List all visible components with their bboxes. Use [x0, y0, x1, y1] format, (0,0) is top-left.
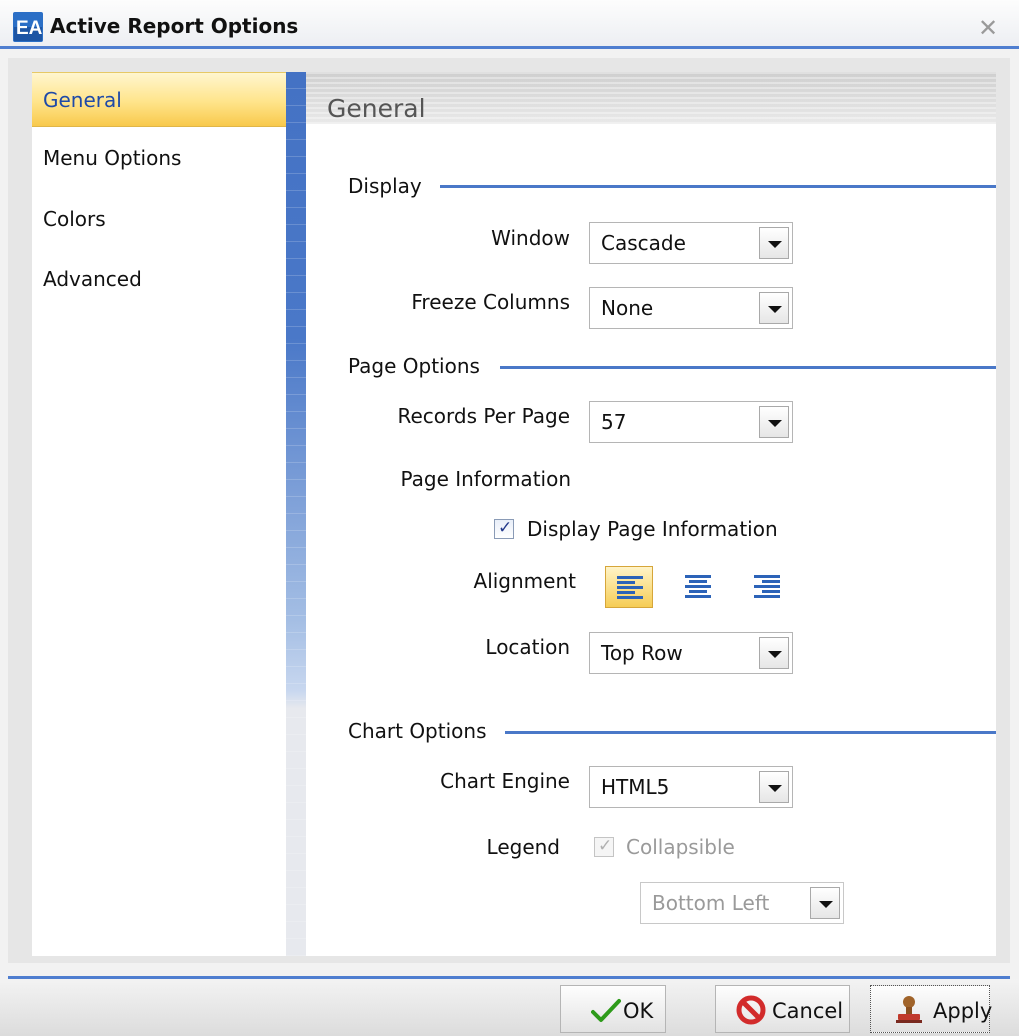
nav-item-general[interactable]: General [32, 72, 286, 127]
collapsible-checkbox[interactable]: ✓ [594, 836, 614, 857]
cancel-button[interactable]: Cancel [715, 985, 850, 1033]
display-page-info-label[interactable]: Display Page Information [527, 517, 778, 541]
page-information-label: Page Information [400, 467, 571, 491]
align-right-button[interactable] [743, 566, 791, 608]
apply-stamp-icon [896, 996, 922, 1023]
align-left-button[interactable] [605, 566, 653, 608]
freeze-columns-value: None [601, 296, 654, 320]
collapsible-label: Collapsible [626, 835, 735, 859]
section-display-heading: Display [348, 174, 422, 198]
align-center-icon [685, 575, 711, 598]
app-logo-icon: EA [13, 12, 43, 42]
dropdown-arrow-icon[interactable] [759, 227, 789, 259]
apply-button[interactable]: Apply [870, 985, 993, 1033]
chart-engine-value: HTML5 [601, 775, 670, 799]
nav-item-label: Colors [43, 207, 106, 231]
legend-label: Legend [486, 835, 560, 859]
section-display-rule [440, 185, 996, 188]
display-page-info-checkbox[interactable]: ✓ [494, 518, 514, 539]
chart-engine-select[interactable]: HTML5 [589, 766, 793, 808]
nav-scrollbar-texture [286, 72, 306, 956]
alignment-label: Alignment [473, 569, 576, 593]
window-select-value: Cascade [601, 231, 686, 255]
close-icon[interactable]: ✕ [975, 15, 1001, 41]
ok-button[interactable]: OK [560, 985, 666, 1033]
align-right-icon [754, 575, 780, 598]
freeze-columns-select[interactable]: None [589, 287, 793, 329]
app-logo-text: EA [16, 18, 43, 39]
ok-button-label: OK [623, 999, 654, 1023]
nav-item-label: General [43, 88, 122, 112]
nav-item-label: Advanced [43, 267, 142, 291]
legend-position-value: Bottom Left [652, 891, 770, 915]
freeze-columns-label: Freeze Columns [411, 290, 570, 314]
align-center-button[interactable] [674, 566, 722, 608]
legend-position-select[interactable]: Bottom Left [640, 882, 844, 924]
section-chart-options-heading: Chart Options [348, 719, 487, 743]
location-select[interactable]: Top Row [589, 632, 793, 674]
apply-button-label: Apply [933, 999, 993, 1023]
ok-check-icon [591, 999, 621, 1022]
align-left-icon [617, 576, 643, 599]
window-select[interactable]: Cascade [589, 222, 793, 264]
nav-item-advanced[interactable]: Advanced [32, 252, 286, 307]
records-per-page-select[interactable]: 57 [589, 401, 793, 443]
nav-item-menu-options[interactable]: Menu Options [32, 131, 286, 186]
footer-bar [0, 979, 1019, 1036]
window-title: Active Report Options [50, 14, 299, 38]
cancel-icon [736, 995, 766, 1025]
checkbox-check-icon: ✓ [498, 518, 513, 538]
nav-item-colors[interactable]: Colors [32, 192, 286, 247]
checkbox-check-icon: ✓ [598, 836, 613, 856]
location-value: Top Row [601, 641, 683, 665]
content-title: General [327, 94, 426, 123]
content-panel [306, 72, 996, 956]
section-chart-options-rule [505, 731, 996, 734]
chart-engine-label: Chart Engine [440, 769, 570, 793]
window-label: Window [491, 226, 570, 250]
dropdown-arrow-icon[interactable] [759, 406, 789, 438]
cancel-button-label: Cancel [772, 999, 844, 1023]
section-page-options-heading: Page Options [348, 354, 480, 378]
dropdown-arrow-icon[interactable] [759, 637, 789, 669]
nav-item-label: Menu Options [43, 146, 182, 170]
dropdown-arrow-icon[interactable] [759, 771, 789, 803]
title-bar-divider [0, 46, 1019, 49]
dropdown-arrow-icon[interactable] [810, 887, 840, 919]
location-label: Location [485, 635, 570, 659]
records-per-page-value: 57 [601, 410, 627, 434]
records-per-page-label: Records Per Page [397, 404, 570, 428]
section-page-options-rule [500, 366, 996, 369]
dropdown-arrow-icon[interactable] [759, 292, 789, 324]
